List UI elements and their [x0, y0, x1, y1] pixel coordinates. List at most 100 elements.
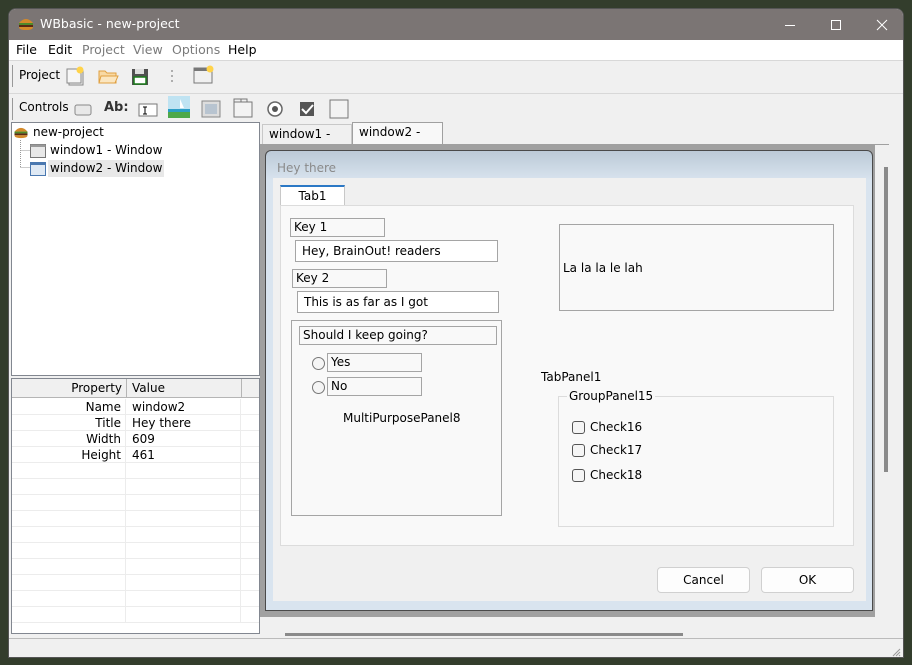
canvas-area: Hey there Tab1 Key 1 Hey, BrainOut! read… [260, 145, 875, 617]
text-box[interactable]: La la la le lah [559, 224, 834, 311]
form-title: Hey there [277, 161, 337, 175]
menu-view[interactable]: View [133, 42, 163, 57]
empty-row [12, 591, 259, 607]
design-canvas: Hey there Tab1 Key 1 Hey, BrainOut! read… [260, 144, 889, 617]
close-button[interactable] [859, 9, 903, 40]
property-key: Height [12, 447, 126, 463]
empty-row [12, 575, 259, 591]
check16-box[interactable] [572, 421, 585, 434]
tab-panel[interactable]: Key 1 Hey, BrainOut! readers Key 2 This … [280, 205, 854, 546]
empty-row [12, 495, 259, 511]
checkbox-control-icon[interactable] [296, 98, 318, 120]
burger-icon [14, 127, 28, 139]
minimize-button[interactable] [767, 9, 813, 40]
controls-toolbar: Controls Ab: [9, 93, 903, 123]
tab-window2[interactable]: window2 - [W] [352, 122, 443, 158]
tabpanel-caption: TabPanel1 [541, 370, 602, 384]
tree-item-window1[interactable]: window1 - Window [30, 142, 170, 159]
check17-label[interactable]: Check17 [590, 443, 642, 457]
radio-no-label[interactable]: No [327, 377, 422, 396]
check17-box[interactable] [572, 444, 585, 457]
new-window-icon[interactable] [193, 64, 215, 86]
image-control-icon[interactable] [168, 96, 190, 118]
property-key: Title [12, 415, 126, 431]
window-icon [30, 162, 46, 176]
tree-item-label: window2 - Window [48, 160, 165, 177]
property-value[interactable]: 461 [127, 447, 241, 463]
ok-button[interactable]: OK [761, 567, 854, 593]
window-title: WBbasic - new-project [40, 16, 180, 31]
key2-input[interactable]: This is as far as I got [297, 291, 499, 313]
new-project-icon[interactable] [65, 65, 87, 87]
multi-purpose-panel[interactable]: Should I keep going? Yes No MultiPurpose… [291, 320, 502, 516]
property-column-header[interactable]: Property [12, 379, 127, 398]
menu-help[interactable]: Help [228, 42, 257, 57]
property-key: Width [12, 431, 126, 447]
property-key: Name [12, 399, 126, 415]
empty-row [12, 607, 259, 623]
tab-window1[interactable]: window1 - [W] [262, 124, 352, 160]
key2-label[interactable]: Key 2 [292, 269, 387, 288]
tree-item-window2[interactable]: window2 - Window [30, 160, 170, 177]
check18-label[interactable]: Check18 [590, 468, 642, 482]
form-preview[interactable]: Hey there Tab1 Key 1 Hey, BrainOut! read… [265, 150, 873, 611]
controls-toolbar-label: Controls [19, 100, 69, 114]
properties-grid: Property Value Name window2 Title Hey th… [11, 378, 260, 634]
menu-edit[interactable]: Edit [48, 42, 72, 57]
key1-label[interactable]: Key 1 [290, 218, 385, 237]
project-toolbar: Project [9, 60, 903, 92]
group-caption: GroupPanel15 [567, 389, 656, 403]
cancel-button[interactable]: Cancel [657, 567, 750, 593]
text-box-content: La la la le lah [563, 261, 643, 275]
maximize-icon [831, 19, 841, 30]
toolbar-grip[interactable] [12, 98, 14, 120]
empty-row [12, 559, 259, 575]
radio-yes[interactable] [312, 357, 325, 370]
check16-label[interactable]: Check16 [590, 420, 642, 434]
app-window: WBbasic - new-project File Edit Project … [8, 8, 904, 658]
close-icon [876, 19, 888, 30]
save-icon[interactable] [129, 66, 151, 88]
properties-header: Property Value [12, 379, 259, 398]
panel-control-icon[interactable] [328, 98, 350, 120]
empty-row [12, 511, 259, 527]
empty-row [12, 479, 259, 495]
menu-file[interactable]: File [16, 42, 37, 57]
menu-bar: File Edit Project View Options Help [9, 40, 903, 60]
property-value[interactable]: window2 [127, 399, 241, 415]
property-row[interactable]: Name window2 [12, 399, 259, 415]
maximize-button[interactable] [813, 9, 859, 40]
button-control-icon[interactable] [72, 99, 94, 121]
radio-yes-label[interactable]: Yes [327, 353, 422, 372]
status-bar [9, 638, 903, 657]
tree-item-label: window1 - Window [50, 143, 163, 157]
title-bar[interactable]: WBbasic - new-project [9, 9, 903, 40]
open-folder-icon[interactable] [97, 66, 119, 88]
key1-input[interactable]: Hey, BrainOut! readers [295, 240, 498, 262]
form-client-area: Tab1 Key 1 Hey, BrainOut! readers Key 2 … [273, 178, 866, 601]
property-row[interactable]: Title Hey there [12, 415, 259, 431]
value-column-header[interactable]: Value [127, 379, 242, 398]
burger-icon [19, 19, 33, 30]
property-row[interactable]: Width 609 [12, 431, 259, 447]
property-row[interactable]: Height 461 [12, 447, 259, 463]
horizontal-scrollbar[interactable] [285, 633, 683, 636]
tab-tab1[interactable]: Tab1 [280, 185, 345, 206]
tabpanel-control-icon[interactable] [232, 97, 254, 119]
group-panel[interactable]: GroupPanel15 Check16 Check17 Check18 [558, 389, 834, 527]
label-control-icon[interactable]: Ab: [104, 100, 132, 122]
window-icon [30, 144, 46, 158]
menu-options[interactable]: Options [172, 42, 220, 57]
textbox-control-icon[interactable] [137, 99, 159, 121]
property-value[interactable]: 609 [127, 431, 241, 447]
check18-box[interactable] [572, 469, 585, 482]
radio-no[interactable] [312, 381, 325, 394]
toolbar-grip[interactable] [12, 65, 14, 87]
property-value[interactable]: Hey there [127, 415, 241, 431]
vertical-scrollbar[interactable] [884, 167, 888, 472]
menu-project[interactable]: Project [82, 42, 125, 57]
listbox-control-icon[interactable] [200, 98, 222, 120]
radio-control-icon[interactable] [264, 98, 286, 120]
resize-grip-icon[interactable] [891, 647, 901, 657]
question-label[interactable]: Should I keep going? [299, 326, 497, 345]
